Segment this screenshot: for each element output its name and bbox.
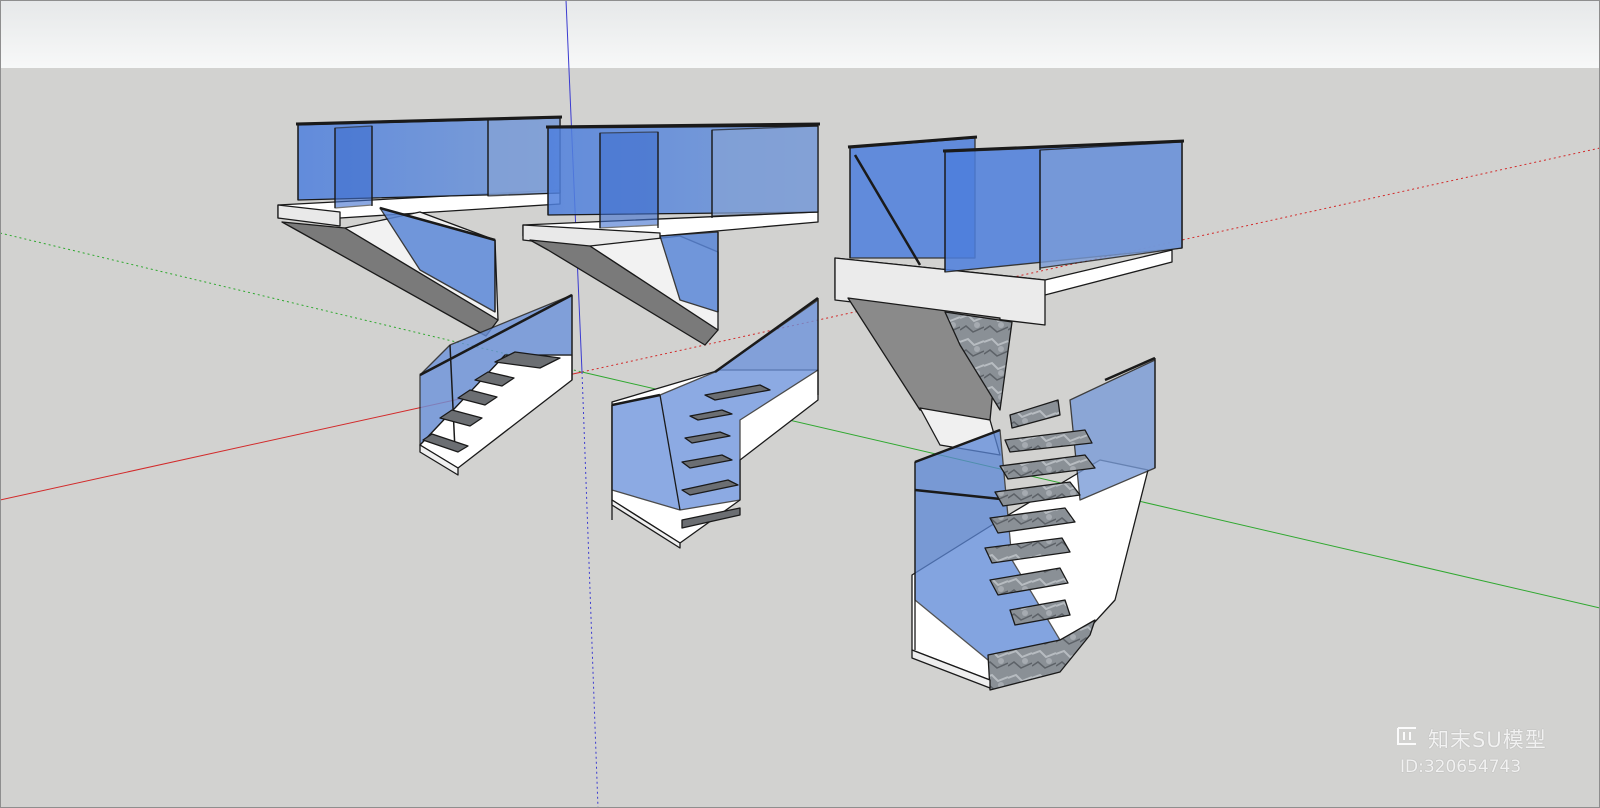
scene-canvas[interactable] [0,0,1600,808]
zhimo-logo-icon [1397,727,1416,745]
watermark-id: ID:320654743 [1400,757,1522,777]
sky-band [0,0,1600,68]
watermark-brand: 知末SU模型 [1428,728,1547,752]
modeling-viewport[interactable]: 知末SU模型 ID:320654743 [0,0,1600,808]
